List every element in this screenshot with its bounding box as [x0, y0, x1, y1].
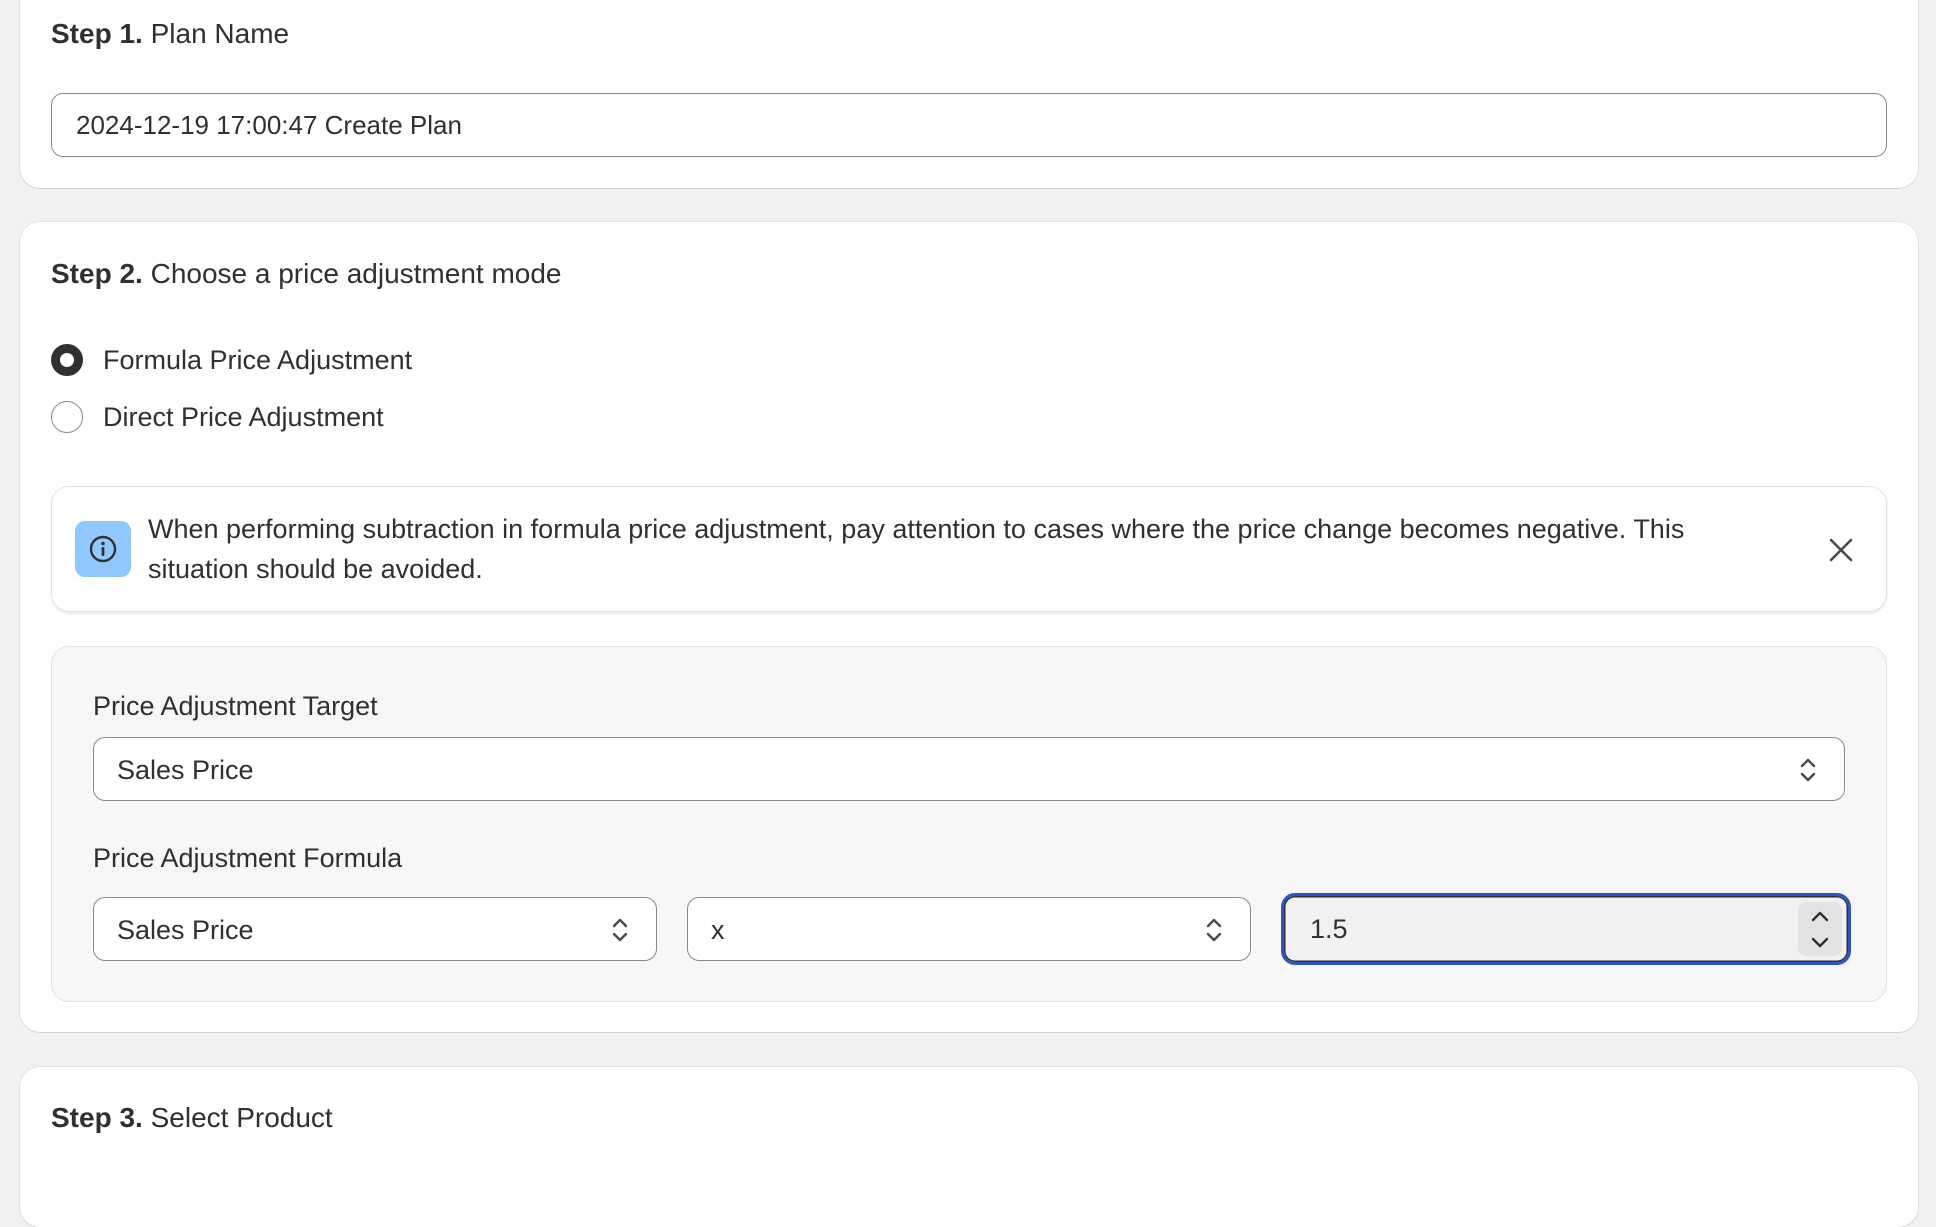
- select-value: Sales Price: [117, 915, 254, 945]
- radio-unchecked-icon[interactable]: [51, 401, 83, 433]
- select-value: x: [711, 915, 725, 945]
- radio-label: Direct Price Adjustment: [103, 401, 384, 432]
- step3-heading: Step 3. Select Product: [51, 1102, 333, 1134]
- step3-title: Select Product: [150, 1102, 333, 1133]
- info-banner: When performing subtraction in formula p…: [51, 486, 1887, 612]
- step2-heading: Step 2. Choose a price adjustment mode: [51, 258, 562, 290]
- select-product-card: Step 3. Select Product: [20, 1067, 1918, 1227]
- close-icon[interactable]: [1826, 535, 1856, 565]
- banner-message: When performing subtraction in formula p…: [148, 514, 1685, 584]
- select-chevron-icon: [1206, 918, 1222, 942]
- target-label: Price Adjustment Target: [93, 691, 378, 721]
- step1-title: Plan Name: [150, 18, 290, 49]
- formula-field-select[interactable]: Sales Price: [93, 897, 657, 961]
- step1-heading: Step 1. Plan Name: [51, 18, 289, 50]
- radio-direct-price-adjustment[interactable]: Direct Price Adjustment: [51, 401, 384, 433]
- info-icon: [75, 521, 131, 577]
- step2-title: Choose a price adjustment mode: [150, 258, 562, 289]
- select-chevron-icon: [612, 918, 628, 942]
- formula-value-input[interactable]: 1.5: [1281, 893, 1851, 965]
- radio-label: Formula Price Adjustment: [103, 344, 413, 375]
- formula-settings-panel: Price Adjustment Target Sales Price Pric…: [51, 646, 1887, 1002]
- chevron-down-icon[interactable]: [1798, 929, 1842, 956]
- step2-prefix: Step 2.: [51, 258, 143, 289]
- price-mode-card: Step 2. Choose a price adjustment mode F…: [20, 222, 1918, 1032]
- step1-prefix: Step 1.: [51, 18, 143, 49]
- radio-formula-price-adjustment[interactable]: Formula Price Adjustment: [51, 344, 412, 376]
- plan-name-input[interactable]: [51, 93, 1887, 157]
- chevron-up-icon[interactable]: [1798, 902, 1842, 929]
- number-spinner: [1798, 902, 1842, 956]
- select-value: Sales Price: [117, 755, 254, 785]
- step3-prefix: Step 3.: [51, 1102, 143, 1133]
- number-value: 1.5: [1310, 914, 1348, 944]
- radio-checked-icon[interactable]: [51, 344, 83, 376]
- formula-label: Price Adjustment Formula: [93, 843, 403, 873]
- plan-name-card: Step 1. Plan Name: [20, 0, 1918, 188]
- target-select[interactable]: Sales Price: [93, 737, 1845, 801]
- operator-select[interactable]: x: [687, 897, 1251, 961]
- select-chevron-icon: [1800, 758, 1816, 782]
